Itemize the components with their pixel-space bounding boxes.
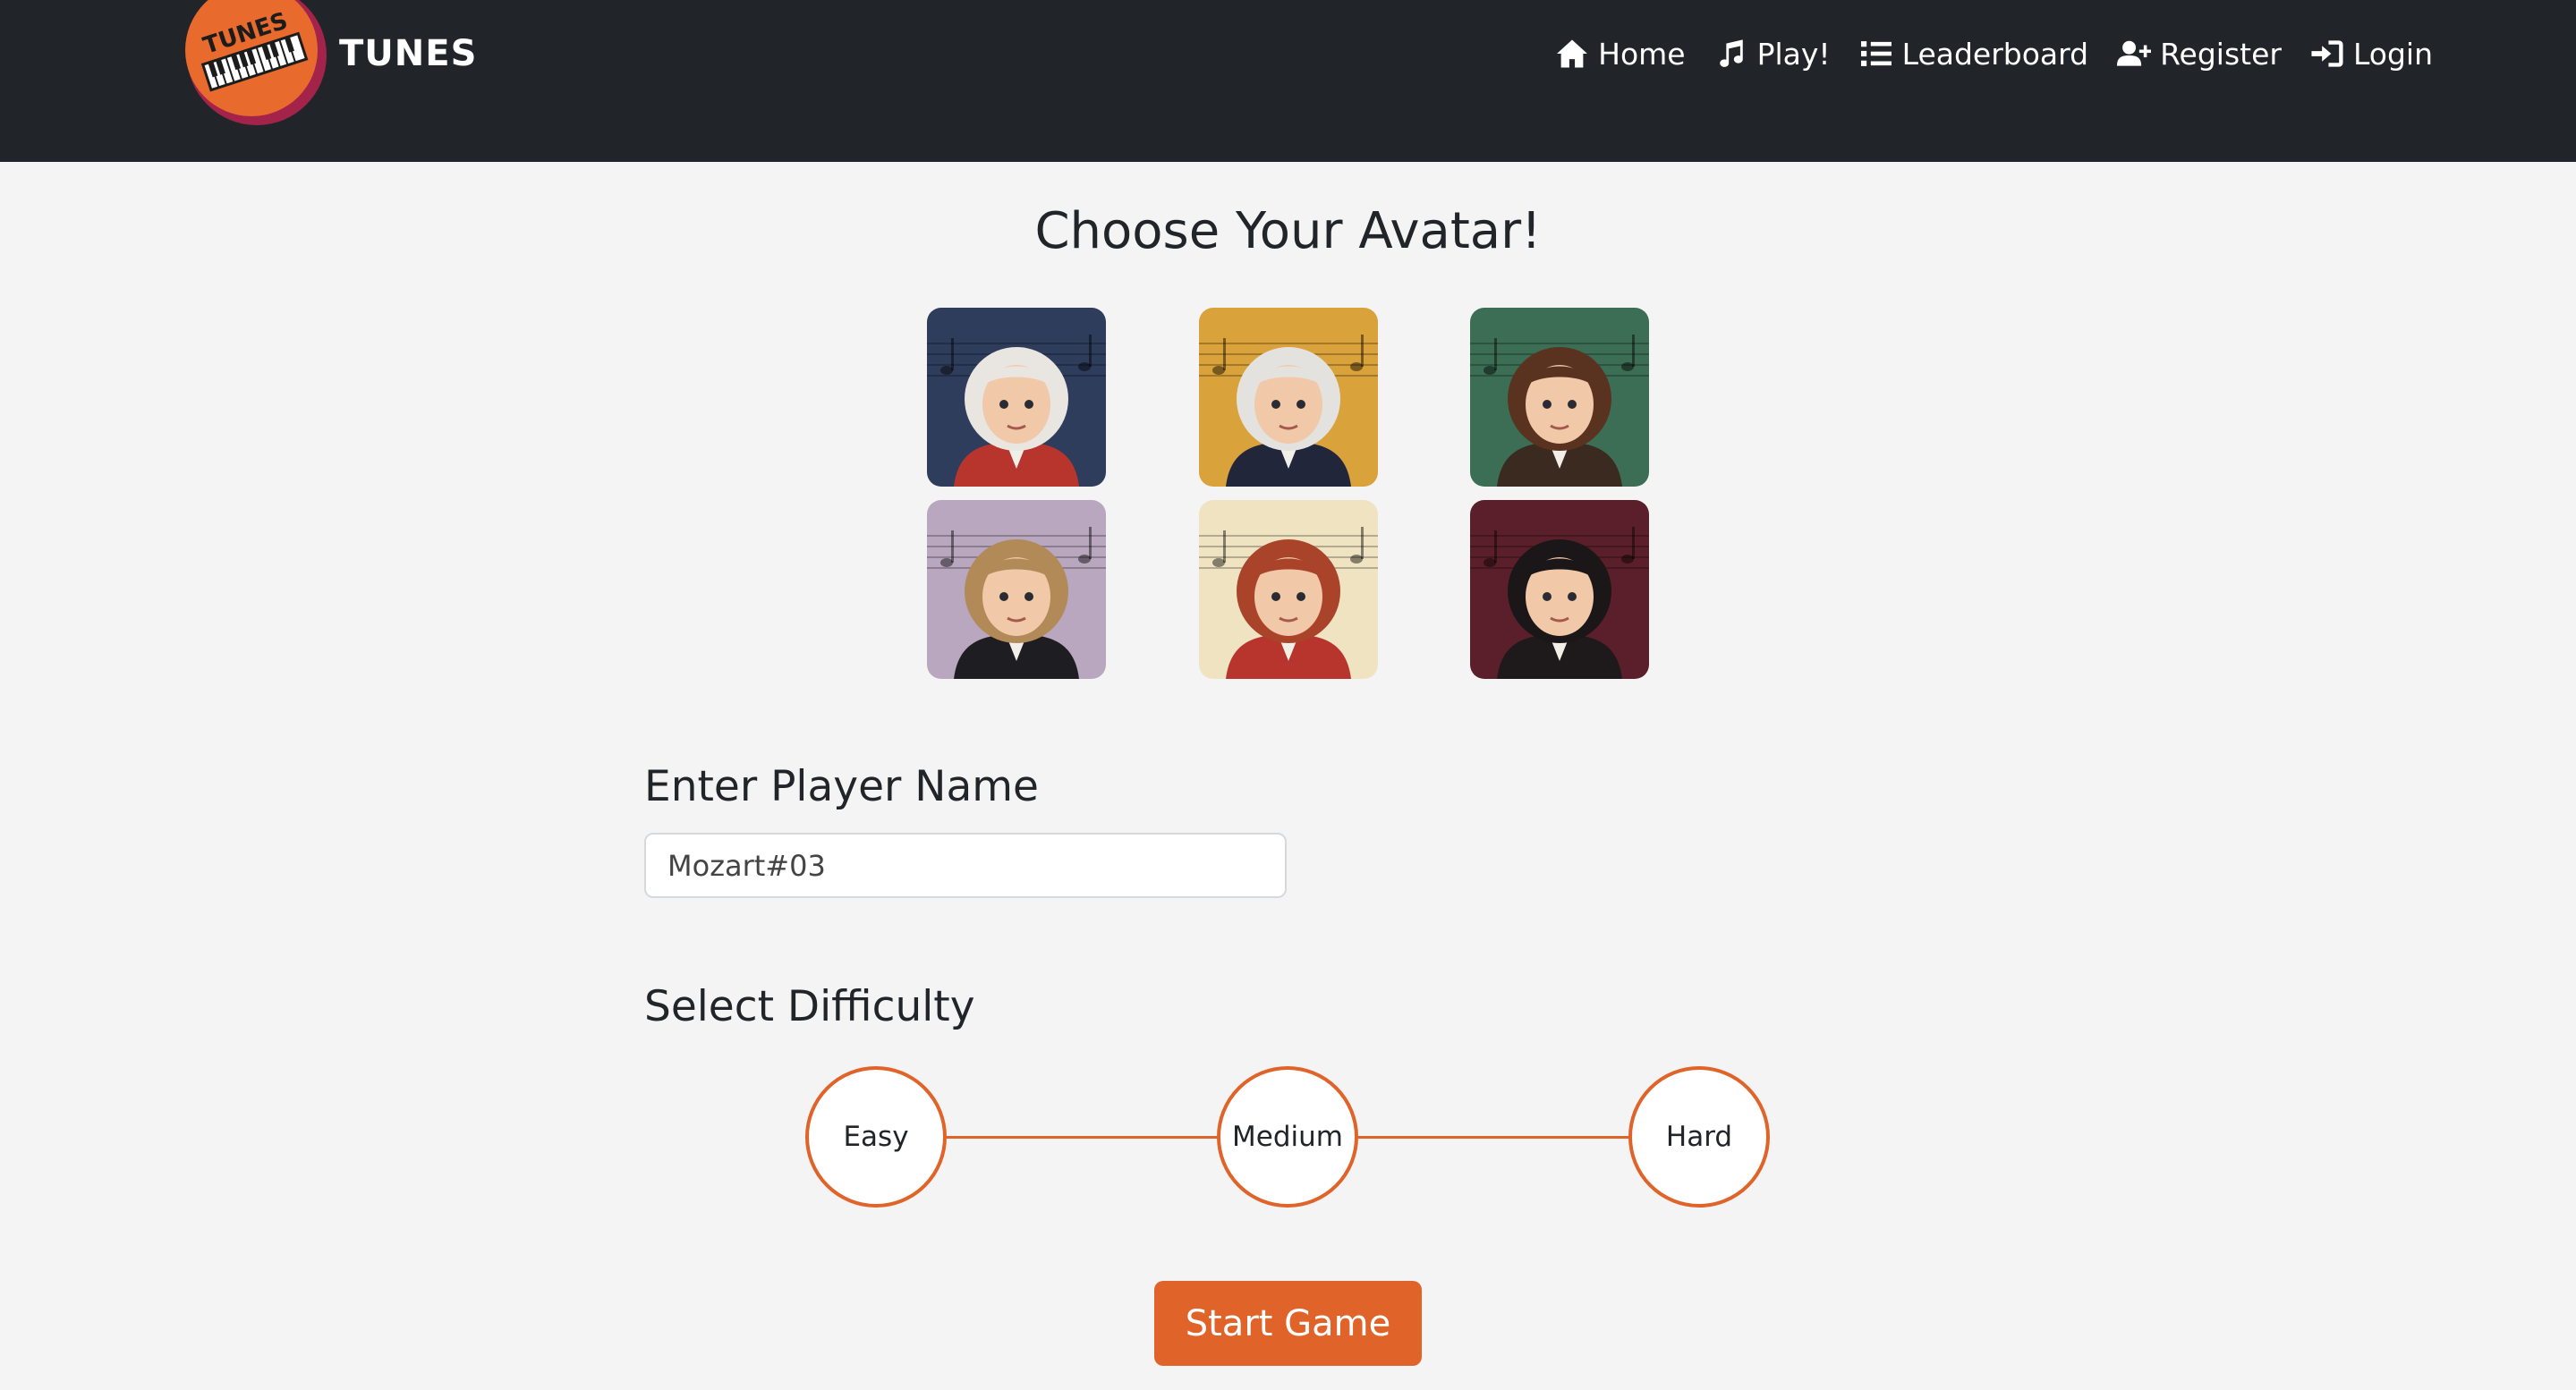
brand-logo[interactable]: TUNES [182,0,327,125]
sign-in-icon [2311,40,2343,67]
nav-home-link[interactable]: Home [1555,36,1686,72]
difficulty-hard[interactable]: Hard [1628,1066,1770,1208]
avatar-portrait [1199,308,1378,487]
avatar-portrait [927,500,1106,679]
avatar-option-1[interactable] [927,308,1106,487]
brand-name[interactable]: TUNES [339,30,477,77]
start-game-button[interactable]: Start Game [1154,1281,1422,1366]
nav-menu: Home Play! Leaderboard Register Login [1555,30,2433,77]
nav-register-link[interactable]: Register [2117,37,2282,72]
nav-leaderboard-link[interactable]: Leaderboard [1859,37,2088,72]
difficulty-medium-label: Medium [1232,1121,1343,1153]
difficulty-label: Select Difficulty [644,982,975,1031]
avatar-portrait [1470,500,1649,679]
avatar-option-6[interactable] [1470,500,1649,679]
home-icon [1557,39,1588,68]
player-name-input[interactable] [644,833,1287,898]
player-name-label: Enter Player Name [644,762,1039,811]
avatar-option-3[interactable] [1470,308,1649,487]
navbar: TUNES TUNES Home Play! Leaderboard Regis… [0,0,2576,162]
nav-play-link[interactable]: Play! [1714,37,1831,72]
difficulty-medium[interactable]: Medium [1217,1066,1358,1208]
list-icon [1860,41,1892,66]
nav-login-label: Login [2352,36,2433,72]
difficulty-hard-label: Hard [1665,1121,1733,1153]
avatar-option-4[interactable] [927,500,1106,679]
avatar-option-5[interactable] [1199,500,1378,679]
avatar-portrait [1199,500,1378,679]
avatar-portrait [1470,308,1649,487]
avatar-portrait [927,308,1106,487]
difficulty-easy-label: Easy [843,1121,909,1153]
avatar-option-2[interactable] [1199,308,1378,487]
nav-login-link[interactable]: Login [2310,37,2433,72]
difficulty-connector [947,1136,1219,1139]
difficulty-easy[interactable]: Easy [805,1066,947,1208]
nav-play-label: Play! [1756,36,1831,72]
nav-register-label: Register [2160,36,2282,72]
difficulty-connector [1358,1136,1630,1139]
nav-leaderboard-label: Leaderboard [1901,36,2089,72]
page-title: Choose Your Avatar! [1034,202,1542,260]
nav-home-label: Home [1598,36,1686,72]
music-note-icon [1719,39,1743,67]
user-plus-icon [2117,40,2152,66]
